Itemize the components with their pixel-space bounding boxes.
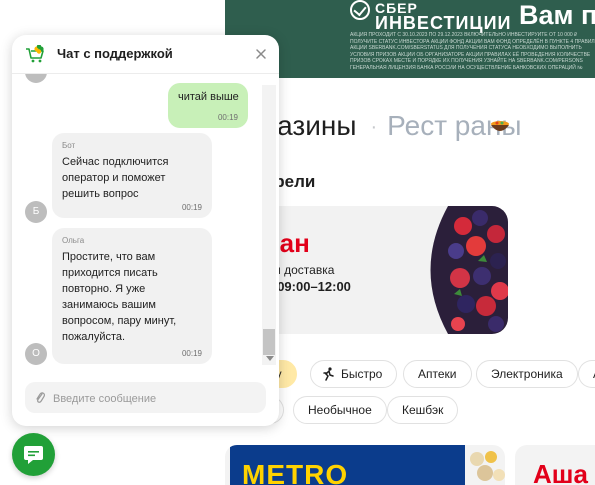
close-icon[interactable] — [253, 46, 269, 62]
chip-label: Аптеки — [418, 367, 457, 381]
clover-cart-icon — [26, 45, 44, 63]
chip-electronics[interactable]: Электроника — [476, 360, 578, 388]
chip-unusual[interactable]: Необычное — [293, 396, 387, 424]
running-icon — [323, 367, 334, 381]
open-chat-button[interactable] — [12, 433, 55, 476]
metro-promo-card[interactable]: METRO — [225, 445, 505, 485]
incoming-message: Бот Сейчас подключится оператор и поможе… — [52, 133, 212, 218]
berries-image — [430, 206, 508, 334]
paperclip-icon[interactable] — [34, 391, 46, 405]
chip-label: Кешбэк — [402, 403, 444, 417]
chip-label: Электроника — [491, 367, 563, 381]
message-input[interactable] — [51, 382, 255, 415]
message-sender: Ольга — [62, 236, 85, 245]
chip-cashback[interactable]: Кешбэк — [387, 396, 459, 424]
chip-fast[interactable]: Быстро — [310, 360, 398, 388]
chat-scrollbar[interactable] — [262, 85, 276, 365]
chat-title: Чат с поддержкой — [57, 46, 173, 61]
banner-fine-print: АКЦИЯ ПРОХОДИТ С 30.10.2023 ПО 29.12.202… — [350, 32, 595, 70]
banner-brand-line2: ИНВЕСТИЦИИ — [375, 13, 512, 33]
tab-separator: · — [370, 116, 378, 139]
banner-headline: Вам п — [519, 0, 595, 30]
food-image — [470, 451, 505, 481]
support-chat-window: Чат с поддержкой читай выше 00:19 Бот Се… — [12, 35, 279, 426]
incoming-message: Ольга Простите, что вам приходится писат… — [52, 228, 212, 364]
message-time: 00:19 — [181, 203, 202, 212]
message-sender: Бот — [62, 141, 76, 150]
sber-logo-icon — [350, 0, 370, 20]
message-time: 00:19 — [217, 113, 238, 122]
avatar: Б — [25, 201, 47, 223]
message-composer — [25, 382, 266, 415]
chip-partial[interactable]: А — [578, 360, 595, 388]
metro-logo-block: METRO — [230, 445, 465, 485]
chip-label: Необычное — [308, 403, 372, 417]
message-list[interactable]: читай выше 00:19 Бот Сейчас подключится … — [12, 74, 279, 367]
message-time: 00:19 — [181, 349, 202, 358]
avatar: О — [25, 343, 47, 365]
chip-label: Быстро — [341, 367, 383, 381]
message-text: Сейчас подключится оператор и поможет ре… — [62, 156, 169, 200]
message-text: читай выше — [178, 91, 239, 103]
auchan-promo-card[interactable]: Ашa — [515, 445, 595, 485]
scroll-down-icon[interactable] — [266, 356, 274, 361]
sber-investments-banner[interactable]: СБЕР ИНВЕСТИЦИИ Вам п АКЦИЯ ПРОХОДИТ С 3… — [225, 0, 595, 78]
auchan-logo-text: Ашa — [533, 459, 588, 485]
chat-icon — [24, 446, 43, 464]
chat-scrollbar-thumb[interactable] — [263, 329, 275, 355]
bowl-icon — [491, 121, 509, 131]
category-tabs: агазины · Рест раны — [252, 110, 522, 142]
metro-logo-text: METRO — [242, 459, 349, 485]
chip-pharmacy[interactable]: Аптеки — [403, 360, 472, 388]
outgoing-message: читай выше 00:19 — [168, 83, 248, 128]
message-text: Простите, что вам приходится писать повт… — [62, 251, 177, 343]
avatar — [25, 74, 47, 83]
